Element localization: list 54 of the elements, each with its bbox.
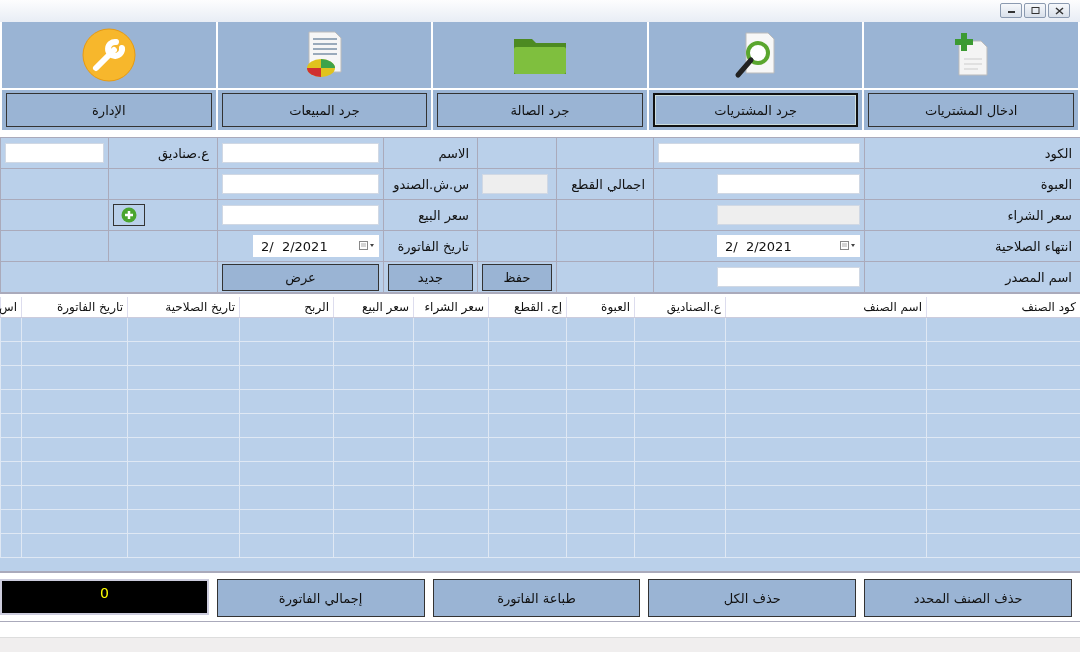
input-field[interactable] <box>222 205 379 225</box>
column-header: ع.الصناديق <box>634 297 725 317</box>
form-button[interactable]: عرض <box>222 263 379 291</box>
input-field[interactable] <box>717 174 860 194</box>
field-label: سعر الشراء <box>1007 207 1073 223</box>
nav-button[interactable]: جرد المبيعات <box>221 93 428 127</box>
action-button[interactable]: حذف الصنف المحدد <box>864 579 1072 617</box>
nav-button[interactable]: جرد المشتريات <box>652 93 859 127</box>
field-label: العبوة <box>1040 176 1073 192</box>
calendar-dropdown-icon <box>840 241 856 251</box>
field-label: الاسم <box>438 145 470 161</box>
field-label: اجمالي القطع <box>571 176 646 192</box>
form-button[interactable]: جديد <box>388 263 473 291</box>
action-button[interactable]: حذف الكل <box>648 579 857 617</box>
add-button[interactable] <box>113 204 145 226</box>
date-picker[interactable]: 2/ 2/2021 <box>253 235 379 257</box>
input-field[interactable] <box>222 174 379 194</box>
column-header: تاريخ الصلاحية <box>127 297 239 317</box>
column-header: كود الصنف <box>926 297 1080 317</box>
column-header: سعر الشراء <box>413 297 488 317</box>
action-button[interactable]: طباعة الفاتورة <box>432 579 641 617</box>
minimize-button[interactable] <box>1000 3 1022 18</box>
column-header: العبوة <box>566 297 634 317</box>
column-header: الربح <box>239 297 333 317</box>
column-header: تاريخ الفاتورة <box>21 297 127 317</box>
calendar-dropdown-icon <box>359 241 375 251</box>
field-label: تاريخ الفاتورة <box>397 238 470 254</box>
nav-button[interactable]: الإدارة <box>6 93 212 127</box>
column-header: اسم الصنف <box>725 297 926 317</box>
field-label: س.ش.الصندو <box>393 176 470 192</box>
column-header: سعر البيع <box>333 297 413 317</box>
maximize-button[interactable] <box>1024 3 1046 18</box>
field-label: انتهاء الصلاحية <box>995 238 1073 254</box>
close-button[interactable] <box>1048 3 1070 18</box>
magnifier-document-icon <box>733 31 778 79</box>
total-display: 0 <box>99 584 109 601</box>
wrench-icon <box>81 28 136 82</box>
nav-button[interactable]: ادخال المشتريات <box>868 93 1074 127</box>
input-field[interactable] <box>222 143 379 163</box>
date-picker[interactable]: 2/ 2/2021 <box>717 235 860 257</box>
maximize-icon <box>1030 7 1040 14</box>
input-field[interactable] <box>717 267 860 287</box>
field-label: ع.صناديق <box>157 145 210 161</box>
field-label: سعر البيع <box>418 207 470 223</box>
column-header: إج. القطع <box>488 297 566 317</box>
column-header: اس <box>0 297 21 317</box>
close-icon <box>1054 6 1064 15</box>
input-field[interactable] <box>5 143 104 163</box>
nav-button[interactable]: جرد الصالة <box>437 93 643 127</box>
field-label: الكود <box>1044 145 1073 161</box>
form-button[interactable]: حفظ <box>482 263 552 291</box>
field-label: اسم المصدر <box>1005 269 1073 285</box>
action-button[interactable]: إجمالي الفاتورة <box>216 579 425 617</box>
input-field[interactable] <box>658 143 860 163</box>
